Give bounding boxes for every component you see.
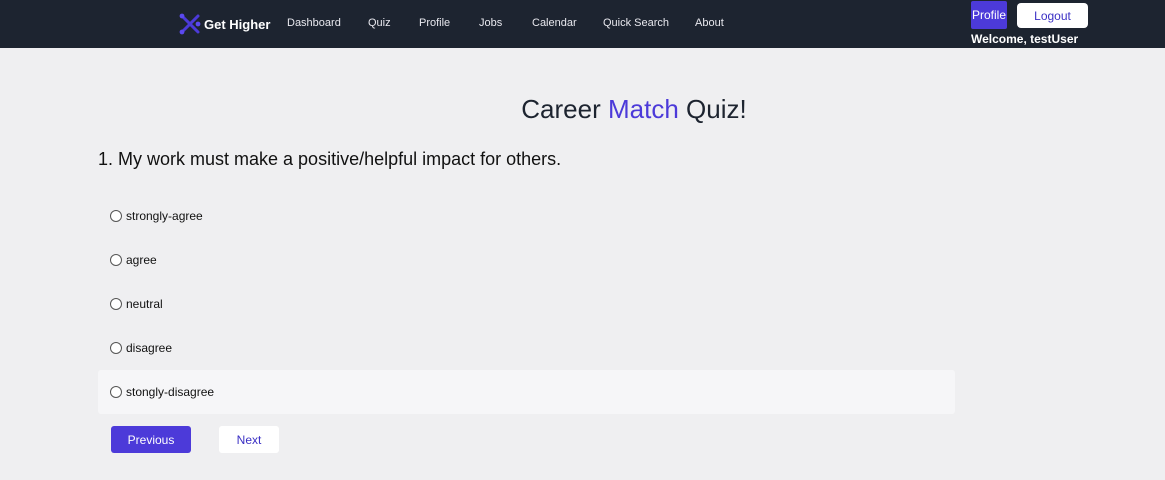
navbar: Get Higher Dashboard Quiz Profile Jobs C… (0, 0, 1165, 48)
nav-item-quick-search[interactable]: Quick Search (603, 17, 669, 29)
nav-item-about[interactable]: About (695, 17, 724, 29)
radio-button[interactable] (110, 298, 122, 310)
option-agree[interactable]: agree (98, 238, 955, 282)
option-strongly-disagree[interactable]: stongly-disagree (98, 370, 955, 414)
radio-button[interactable] (110, 254, 122, 266)
nav-item-quiz[interactable]: Quiz (368, 17, 391, 29)
option-label: disagree (126, 341, 173, 355)
option-label: strongly-agree (126, 209, 203, 223)
title-part-1: Career (521, 94, 608, 124)
radio-button[interactable] (110, 386, 122, 398)
previous-button[interactable]: Previous (111, 426, 191, 453)
nav-item-jobs[interactable]: Jobs (479, 17, 502, 29)
next-button[interactable]: Next (219, 426, 279, 453)
title-accent: Match (607, 94, 679, 124)
logout-button[interactable]: Logout (1017, 3, 1088, 28)
option-label: stongly-disagree (126, 385, 215, 399)
page-title: Career Match Quiz! (0, 94, 1165, 125)
option-label: neutral (126, 297, 163, 311)
nav-item-profile[interactable]: Profile (419, 17, 450, 29)
option-disagree[interactable]: disagree (98, 326, 955, 370)
brand-name: Get Higher (204, 16, 271, 32)
x-logo-icon (178, 12, 202, 36)
profile-button[interactable]: Profile (971, 1, 1007, 29)
radio-button[interactable] (110, 342, 122, 354)
option-neutral[interactable]: neutral (98, 282, 955, 326)
brand-link[interactable]: Get Higher (178, 12, 270, 36)
option-strongly-agree[interactable]: strongly-agree (98, 194, 955, 238)
title-part-2: Quiz! (678, 94, 747, 124)
nav-item-calendar[interactable]: Calendar (532, 17, 577, 29)
option-label: agree (126, 253, 157, 267)
radio-button[interactable] (110, 210, 122, 222)
welcome-text: Welcome, testUser (971, 32, 1079, 46)
question-text: 1. My work must make a positive/helpful … (98, 149, 562, 169)
nav-item-dashboard[interactable]: Dashboard (287, 17, 341, 29)
